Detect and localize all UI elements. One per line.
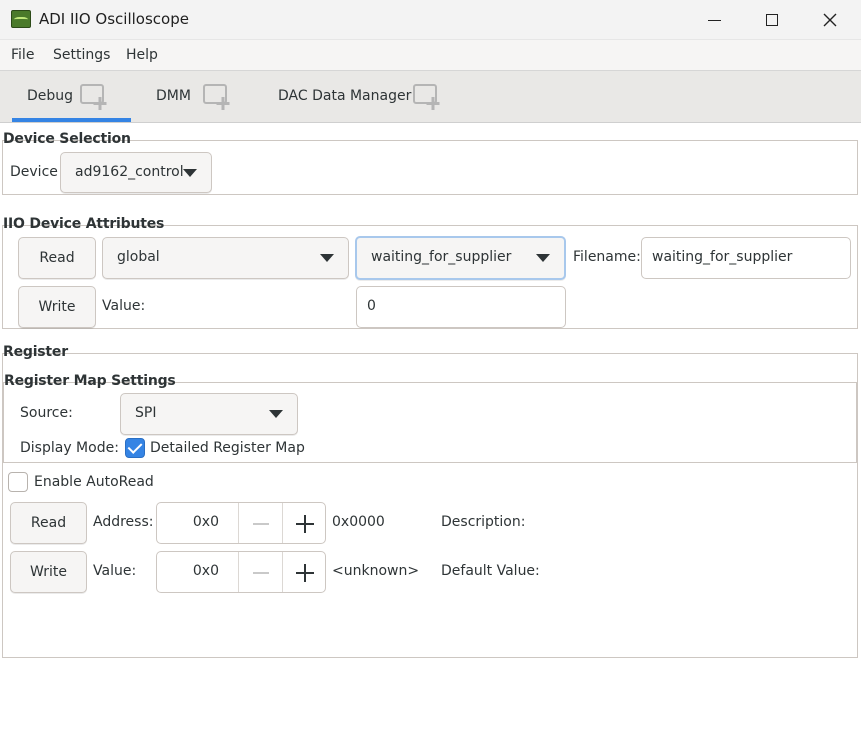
attr-write-button[interactable]: Write <box>18 286 96 328</box>
iio-attributes-title: IIO Device Attributes <box>3 216 165 232</box>
device-combo-value: ad9162_control <box>75 164 184 180</box>
detach-tab-icon <box>413 84 440 110</box>
menu-bar: File Settings Help <box>0 40 861 71</box>
chevron-down-icon <box>183 169 197 177</box>
value-spinbutton[interactable]: 0x0 <box>156 551 326 593</box>
autoread-label: Enable AutoRead <box>34 474 154 490</box>
filename-label: Filename: <box>573 249 641 265</box>
register-value-label: Value: <box>93 563 137 579</box>
source-label: Source: <box>20 405 73 421</box>
title-bar: ADI IIO Oscilloscope <box>0 0 861 40</box>
close-icon <box>823 13 837 27</box>
attr-name-combo[interactable]: waiting_for_supplier <box>355 236 566 280</box>
increment-icon[interactable] <box>282 552 325 592</box>
register-title: Register <box>3 344 68 360</box>
decrement-icon[interactable] <box>238 503 282 543</box>
filename-value: waiting_for_supplier <box>652 249 793 265</box>
attr-value-field[interactable]: 0 <box>356 286 566 328</box>
device-combo[interactable]: ad9162_control <box>60 152 212 193</box>
tab-dmm-label: DMM <box>156 88 191 104</box>
register-value: 0x0 <box>192 563 219 579</box>
detailed-map-label: Detailed Register Map <box>150 440 305 456</box>
menu-help[interactable]: Help <box>126 47 158 63</box>
attr-scope-value: global <box>117 249 160 265</box>
attr-name-value: waiting_for_supplier <box>371 249 512 265</box>
device-label: Device <box>10 164 58 180</box>
minimize-icon <box>708 20 721 21</box>
filename-field[interactable]: waiting_for_supplier <box>641 237 851 279</box>
maximize-icon <box>766 14 778 26</box>
chevron-down-icon <box>269 410 283 418</box>
source-combo[interactable]: SPI <box>120 393 298 435</box>
address-spinbutton[interactable]: 0x0 <box>156 502 326 544</box>
description-label: Description: <box>441 514 526 530</box>
detailed-map-checkbox[interactable] <box>125 438 145 458</box>
tab-debug-label: Debug <box>27 88 74 104</box>
tab-debug[interactable]: Debug <box>12 71 131 123</box>
address-value: 0x0 <box>192 514 219 530</box>
minimize-button[interactable] <box>686 0 744 40</box>
address-label: Address: <box>93 514 154 530</box>
tab-dmm[interactable]: DMM <box>142 71 242 123</box>
menu-settings[interactable]: Settings <box>53 47 110 63</box>
source-value: SPI <box>135 405 157 421</box>
device-selection-title: Device Selection <box>3 131 131 147</box>
decrement-icon[interactable] <box>238 552 282 592</box>
value-hex: <unknown> <box>332 563 420 579</box>
register-read-button[interactable]: Read <box>10 502 87 544</box>
menu-file[interactable]: File <box>11 47 34 63</box>
attr-value-label: Value: <box>102 298 146 314</box>
detach-tab-icon <box>80 84 107 110</box>
chevron-down-icon <box>536 254 550 262</box>
tab-bar: Debug DMM DAC Data Manager <box>0 71 861 123</box>
address-hex: 0x0000 <box>332 514 385 530</box>
window-title: ADI IIO Oscilloscope <box>39 10 189 28</box>
attr-scope-combo[interactable]: global <box>102 237 349 279</box>
chevron-down-icon <box>320 254 334 262</box>
increment-icon[interactable] <box>282 503 325 543</box>
attr-read-button[interactable]: Read <box>18 237 96 279</box>
default-value-label: Default Value: <box>441 563 540 579</box>
active-tab-indicator <box>12 118 131 122</box>
autoread-checkbox[interactable] <box>8 472 28 492</box>
maximize-button[interactable] <box>743 0 801 40</box>
tab-dac-label: DAC Data Manager <box>278 88 412 104</box>
detach-tab-icon <box>203 84 230 110</box>
tab-dac-data-manager[interactable]: DAC Data Manager <box>266 71 446 123</box>
app-icon <box>11 10 31 28</box>
register-map-settings-title: Register Map Settings <box>4 373 176 389</box>
attr-value-text: 0 <box>367 298 376 314</box>
display-mode-label: Display Mode: <box>20 440 119 456</box>
close-button[interactable] <box>801 0 859 40</box>
register-write-button[interactable]: Write <box>10 551 87 593</box>
